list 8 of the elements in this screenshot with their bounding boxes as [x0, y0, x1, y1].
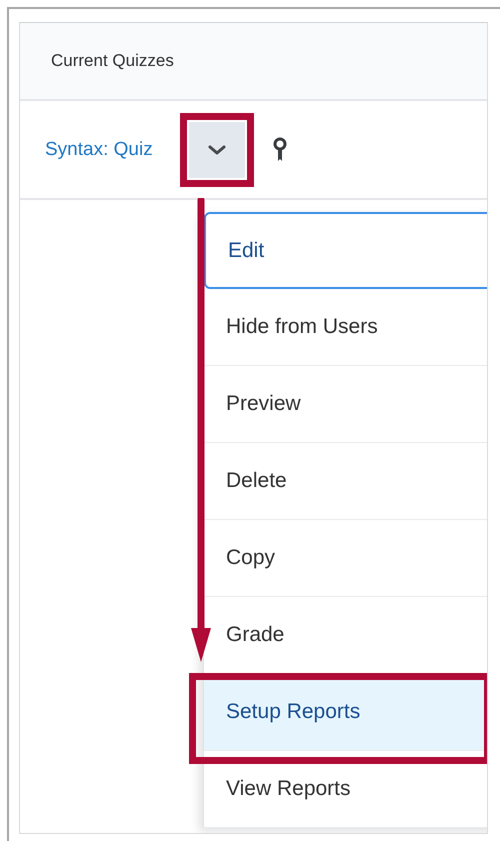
menu-item[interactable]: Hide from Users: [204, 289, 487, 366]
menu-item[interactable]: Preview: [204, 366, 487, 443]
menu-item[interactable]: Copy: [204, 520, 487, 597]
quiz-link[interactable]: Syntax: Quiz: [45, 138, 153, 160]
menu-item[interactable]: Edit: [204, 212, 487, 289]
column-header: Current Quizzes: [51, 51, 174, 71]
menu-item[interactable]: View Reports: [204, 751, 487, 828]
menu-item[interactable]: Delete: [204, 443, 487, 520]
